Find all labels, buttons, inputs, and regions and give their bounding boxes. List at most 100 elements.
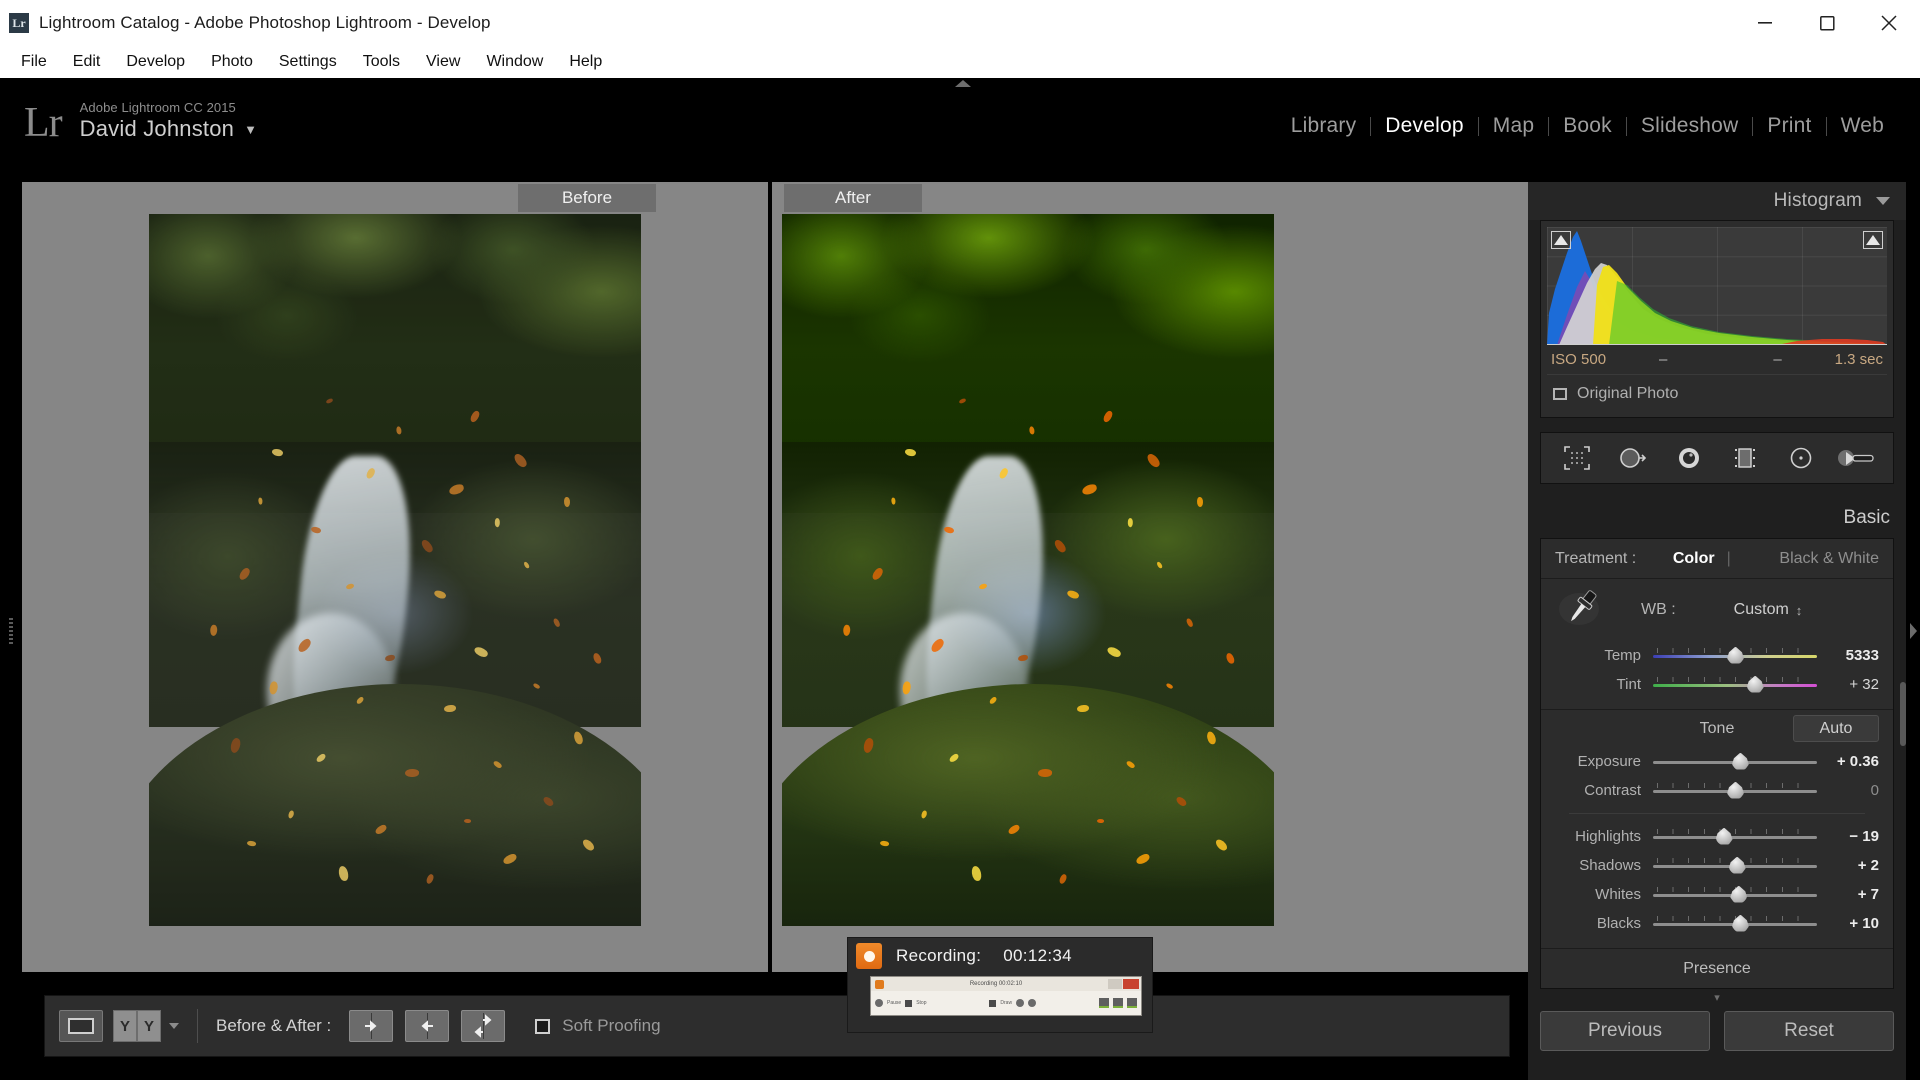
- treatment-bw-option[interactable]: Black & White: [1779, 550, 1879, 568]
- exif-iso: ISO 500: [1551, 351, 1607, 368]
- shadow-clipping-indicator-icon[interactable]: [1551, 231, 1571, 249]
- histogram-graph[interactable]: [1547, 227, 1887, 345]
- before-after-left-right-icon[interactable]: [349, 1010, 394, 1042]
- slider-track-whites[interactable]: [1653, 885, 1817, 903]
- slider-value-whites[interactable]: + 7: [1817, 886, 1879, 903]
- adjustment-brush-icon[interactable]: [1836, 441, 1878, 475]
- toolbar-divider: [197, 1009, 198, 1043]
- slider-row-contrast[interactable]: Contrast 0: [1555, 776, 1879, 805]
- original-photo-row[interactable]: Original Photo: [1547, 374, 1887, 411]
- slider-track-contrast[interactable]: [1653, 781, 1817, 799]
- original-photo-checkbox[interactable]: [1553, 388, 1567, 400]
- slider-value-shadows[interactable]: + 2: [1817, 857, 1879, 874]
- recording-overlay: Recording: 00:12:34 Recording 00:02:10 P…: [848, 938, 1152, 1032]
- slider-row-temp[interactable]: Temp 5333: [1555, 641, 1879, 670]
- slider-track-shadows[interactable]: [1653, 856, 1817, 874]
- module-slideshow[interactable]: Slideshow: [1627, 114, 1753, 138]
- recorder-speaker-icon: [1113, 998, 1123, 1008]
- slider-row-highlights[interactable]: Highlights − 19: [1555, 822, 1879, 851]
- before-after-right-left-icon[interactable]: [405, 1010, 450, 1042]
- before-after-top-bottom-icon[interactable]: [461, 1010, 506, 1042]
- menu-edit[interactable]: Edit: [60, 50, 114, 74]
- basic-panel-header[interactable]: Basic: [1528, 498, 1906, 538]
- slider-value-exposure[interactable]: + 0.36: [1817, 753, 1879, 770]
- view-mode-selector[interactable]: Y Y: [113, 1010, 179, 1042]
- soft-proofing-checkbox[interactable]: [535, 1018, 551, 1034]
- panel-collapse-arrow-icon[interactable]: ▾: [1528, 993, 1906, 1004]
- slider-row-whites[interactable]: Whites + 7: [1555, 880, 1879, 909]
- reset-button[interactable]: Reset: [1724, 1011, 1894, 1051]
- minimize-button[interactable]: [1734, 0, 1796, 46]
- slider-value-contrast[interactable]: 0: [1817, 782, 1879, 799]
- develop-tool-strip: [1540, 432, 1894, 484]
- slider-value-tint[interactable]: + 32: [1817, 676, 1879, 693]
- autumn-leaf: [468, 409, 482, 424]
- soft-proofing-label: Soft Proofing: [562, 1016, 661, 1035]
- graduated-filter-icon[interactable]: [1724, 441, 1766, 475]
- autumn-leaf: [1206, 730, 1217, 745]
- recording-icon: [856, 943, 882, 969]
- right-panel-collapse-handle[interactable]: [1906, 182, 1920, 1080]
- autumn-leaf: [424, 873, 435, 885]
- autumn-leaf: [1225, 652, 1236, 665]
- basic-panel-body: Treatment : Color | Black & White WB: C…: [1540, 538, 1894, 989]
- module-web[interactable]: Web: [1827, 114, 1898, 138]
- top-panel-collapse-arrow-icon[interactable]: [955, 80, 971, 87]
- spot-removal-icon[interactable]: [1612, 441, 1654, 475]
- after-photo[interactable]: [782, 214, 1274, 926]
- red-eye-icon[interactable]: [1668, 441, 1710, 475]
- menu-view[interactable]: View: [413, 50, 473, 74]
- after-pane[interactable]: After: [772, 182, 1524, 972]
- white-balance-stepper-icon[interactable]: ↕: [1796, 603, 1803, 618]
- chevron-down-icon[interactable]: [169, 1023, 179, 1029]
- white-balance-dropper-icon[interactable]: [1555, 587, 1609, 633]
- menu-help[interactable]: Help: [556, 50, 615, 74]
- restore-button[interactable]: [1796, 0, 1858, 46]
- slider-row-exposure[interactable]: Exposure + 0.36: [1555, 747, 1879, 776]
- slider-track-tint[interactable]: [1653, 675, 1817, 693]
- slider-value-highlights[interactable]: − 19: [1817, 828, 1879, 845]
- menu-develop[interactable]: Develop: [113, 50, 198, 74]
- module-develop[interactable]: Develop: [1371, 114, 1477, 138]
- menu-photo[interactable]: Photo: [198, 50, 266, 74]
- radial-filter-icon[interactable]: [1780, 441, 1822, 475]
- left-panel-collapse-handle[interactable]: [0, 182, 22, 1080]
- auto-tone-button[interactable]: Auto: [1793, 715, 1879, 742]
- slider-row-shadows[interactable]: Shadows + 2: [1555, 851, 1879, 880]
- loupe-view-icon[interactable]: [59, 1010, 103, 1042]
- autumn-leaf: [861, 736, 876, 754]
- menu-tools[interactable]: Tools: [350, 50, 413, 74]
- menu-file[interactable]: File: [8, 50, 60, 74]
- autumn-leaf: [978, 583, 988, 590]
- close-button[interactable]: [1858, 0, 1920, 46]
- chevron-down-icon[interactable]: [1876, 197, 1890, 205]
- presence-section-header[interactable]: Presence: [1541, 948, 1893, 988]
- white-balance-value[interactable]: Custom: [1734, 601, 1789, 619]
- slider-value-temp[interactable]: 5333: [1817, 647, 1879, 664]
- treatment-color-option[interactable]: Color: [1673, 550, 1715, 568]
- module-map[interactable]: Map: [1479, 114, 1548, 138]
- identity-caret-icon[interactable]: ▼: [244, 122, 257, 137]
- slider-knob-exposure[interactable]: [1731, 752, 1749, 770]
- menu-settings[interactable]: Settings: [266, 50, 350, 74]
- menu-window[interactable]: Window: [473, 50, 556, 74]
- highlight-clipping-indicator-icon[interactable]: [1863, 231, 1883, 249]
- slider-track-temp[interactable]: [1653, 646, 1817, 664]
- slider-track-blacks[interactable]: [1653, 914, 1817, 932]
- module-print[interactable]: Print: [1753, 114, 1825, 138]
- slider-label-exposure: Exposure: [1577, 753, 1641, 770]
- histogram-panel-header[interactable]: Histogram: [1528, 182, 1906, 220]
- slider-row-tint[interactable]: Tint + 32: [1555, 670, 1879, 699]
- slider-track-exposure[interactable]: [1653, 752, 1817, 770]
- previous-button[interactable]: Previous: [1540, 1011, 1710, 1051]
- identity-plate[interactable]: Lr Adobe Lightroom CC 2015 David Johnsto…: [24, 100, 257, 144]
- before-pane[interactable]: Before: [22, 182, 772, 972]
- before-label: Before: [518, 184, 656, 212]
- slider-value-blacks[interactable]: + 10: [1817, 915, 1879, 932]
- module-book[interactable]: Book: [1549, 114, 1626, 138]
- before-photo[interactable]: [149, 214, 641, 926]
- slider-track-highlights[interactable]: [1653, 827, 1817, 845]
- module-library[interactable]: Library: [1277, 114, 1371, 138]
- slider-row-blacks[interactable]: Blacks + 10: [1555, 909, 1879, 938]
- crop-overlay-icon[interactable]: [1556, 441, 1598, 475]
